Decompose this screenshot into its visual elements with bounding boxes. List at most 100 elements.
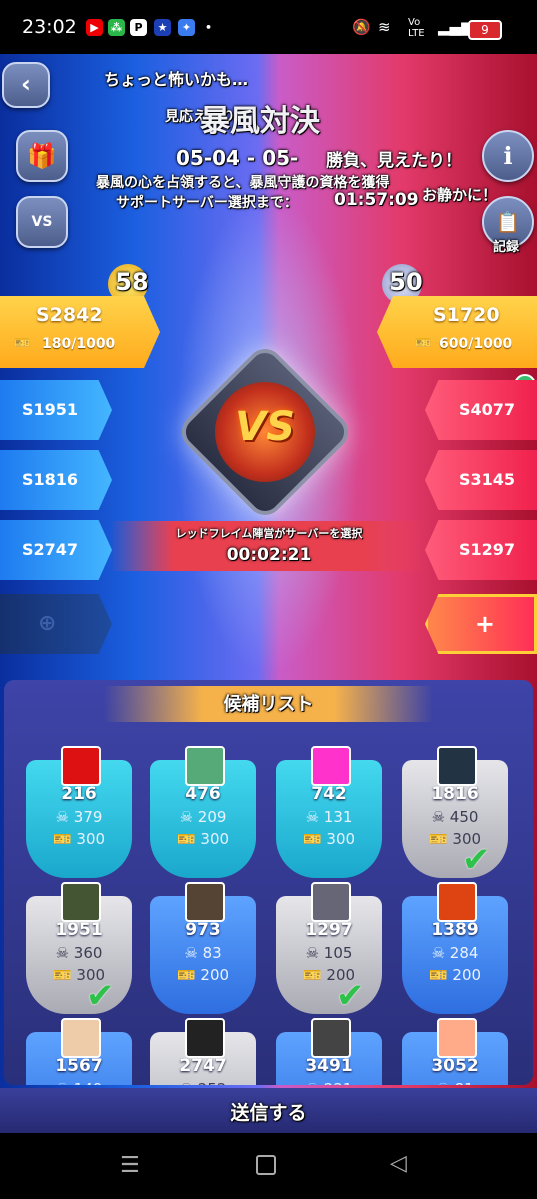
vs-card-icon: VS: [31, 214, 53, 230]
dot-icon: •: [204, 21, 213, 34]
left-server-slot[interactable]: S1951: [0, 380, 112, 440]
info-button[interactable]: ℹ: [482, 130, 534, 182]
submit-bar: 送信する: [0, 1088, 537, 1133]
candidate-card[interactable]: 1389 ☠ 284 🎫 200: [402, 882, 508, 1014]
left-main-server-card[interactable]: S2842 🎫 180/1000: [0, 296, 160, 368]
left-server-slot[interactable]: S1816: [0, 450, 112, 510]
candidate-stat-row: ☠ 81: [402, 1080, 508, 1085]
recent-apps-icon[interactable]: ☰: [120, 1153, 140, 1178]
right-score: 50: [389, 268, 423, 296]
clipboard-icon: 📋: [495, 210, 521, 234]
candidate-stat-row: ☠ 83: [150, 944, 256, 962]
right-server-slot[interactable]: S4077: [425, 380, 537, 440]
back-nav-icon[interactable]: ◁: [390, 1151, 407, 1176]
banner-timer: 00:02:21: [226, 545, 312, 565]
event-dates: 05-04 - 05-: [176, 146, 299, 170]
candidate-stat-row: 🎫 300: [276, 830, 382, 848]
candidate-stat-row: ☠ 450: [402, 808, 508, 826]
candidate-ticket-value: 300: [200, 830, 230, 848]
ticket-icon: 🎫: [176, 966, 201, 984]
clock: 23:02: [22, 16, 77, 38]
candidate-card[interactable]: 1951 ☠ 360 🎫 300 ✔: [26, 882, 132, 1016]
ticket-icon: 🎫: [52, 830, 77, 848]
candidate-card[interactable]: 1297 ☠ 105 🎫 200 ✔: [276, 882, 382, 1016]
candidate-card[interactable]: 3052 ☠ 81: [402, 1018, 508, 1085]
server-avatar: [185, 882, 225, 922]
empty-slot-icon: ⊕: [38, 611, 57, 636]
left-main-server: S2842: [36, 304, 103, 326]
crown-icon: ☠: [436, 1080, 454, 1085]
candidate-card[interactable]: 2747 ☠ 252: [150, 1018, 256, 1085]
candidate-stat-row: ☠ 379: [26, 808, 132, 826]
right-main-progress: 600/1000: [439, 336, 513, 352]
crown-icon: ☠: [55, 944, 74, 962]
left-server-label: S2747: [22, 540, 79, 559]
server-avatar: [61, 882, 101, 922]
candidate-stat-row: ☠ 105: [276, 944, 382, 962]
candidate-stat-row: ☠ 252: [150, 1080, 256, 1085]
right-main-server: S1720: [433, 304, 500, 326]
candidate-card[interactable]: 476 ☠ 209 🎫 300: [150, 746, 256, 878]
crown-icon: ☠: [431, 944, 450, 962]
candidate-stat-row: 🎫 200: [402, 966, 508, 984]
page-title: 暴風対決: [200, 104, 320, 139]
right-main-server-card[interactable]: S1720 🎫 600/1000: [377, 296, 537, 368]
candidate-power-value: 131: [323, 808, 353, 826]
ticket-icon: 🎫: [52, 966, 77, 984]
candidate-power-value: 252: [198, 1080, 227, 1085]
vs-history-button[interactable]: VS: [16, 196, 68, 248]
candidate-power-value: 209: [197, 808, 227, 826]
candidate-card[interactable]: 3491 ☠ 221: [276, 1018, 382, 1085]
plus-icon: +: [474, 610, 495, 638]
candidate-stat-row: 🎫 200: [276, 966, 382, 984]
record-label: 記録: [492, 240, 519, 255]
crown-icon: ☠: [180, 1080, 198, 1085]
candidate-card[interactable]: 973 ☠ 83 🎫 200: [150, 882, 256, 1014]
ticket-icon: 🎫: [302, 830, 327, 848]
checkmark-icon: ✔: [336, 976, 365, 1016]
server-avatar: [185, 746, 225, 786]
server-avatar: [61, 1018, 101, 1058]
candidate-server-number: 1567: [55, 1056, 103, 1076]
banner-text: レッドフレイム陣営がサーバーを選択: [175, 527, 363, 540]
server-avatar: [437, 882, 477, 922]
left-empty-slot[interactable]: ⊕: [0, 594, 112, 654]
candidate-card[interactable]: 216 ☠ 379 🎫 300: [26, 746, 132, 878]
ticket-icon: 🎫: [428, 830, 453, 848]
candidate-card[interactable]: 1567 ☠ 149: [26, 1018, 132, 1085]
checkmark-icon: ✔: [462, 840, 491, 880]
candidate-server-number: 2747: [179, 1056, 227, 1076]
right-server-slot[interactable]: S3145: [425, 450, 537, 510]
candidate-grid[interactable]: 216 ☠ 379 🎫 300 476 ☠ 209 🎫 300 742 ☠ 131 🎫 300 1…: [4, 720, 533, 1085]
right-server-slot[interactable]: S1297: [425, 520, 537, 580]
gift-button[interactable]: 🎁: [16, 130, 68, 182]
candidate-ticket-value: 200: [200, 966, 230, 984]
candidate-card[interactable]: 1816 ☠ 450 🎫 300 ✔: [402, 746, 508, 880]
ticket-icon: 🎫: [302, 966, 327, 984]
candidate-stat-row: 🎫 300: [150, 830, 256, 848]
server-avatar: [311, 1018, 351, 1058]
submit-button[interactable]: 送信する: [0, 1098, 537, 1125]
crown-icon: ☠: [179, 808, 198, 826]
server-avatar: [185, 1018, 225, 1058]
back-button[interactable]: ‹: [2, 62, 50, 108]
wifi-icon: ≋: [378, 18, 391, 36]
crown-icon: ☠: [55, 808, 74, 826]
crown-icon: ☠: [306, 1080, 324, 1085]
ticket-icon: 🎫: [14, 336, 31, 351]
candidate-stat-row: 🎫 300: [26, 966, 132, 984]
server-avatar: [311, 882, 351, 922]
candidate-list-panel: 候補リスト 216 ☠ 379 🎫 300 476 ☠ 209 🎫 300 742 ☠ 131…: [4, 680, 533, 1085]
right-add-server-button[interactable]: +: [425, 594, 537, 654]
home-icon[interactable]: [256, 1155, 276, 1175]
youtube-icon: ▶: [86, 19, 103, 36]
candidate-server-number: 1951: [55, 920, 103, 940]
status-bar: 23:02 ▶ ⁂ P ★ ✦ • 🔕 ≋ Vo LTE ▂▄▆ 9: [0, 0, 537, 54]
checkmark-icon: ✔: [86, 976, 115, 1016]
chevron-left-icon: ‹: [21, 70, 31, 98]
server-avatar: [437, 1018, 477, 1058]
candidate-card[interactable]: 742 ☠ 131 🎫 300: [276, 746, 382, 878]
tagline-2: 勝負、見えたり！: [326, 151, 462, 171]
left-server-slot[interactable]: S2747: [0, 520, 112, 580]
ticket-icon: 🎫: [415, 336, 432, 351]
